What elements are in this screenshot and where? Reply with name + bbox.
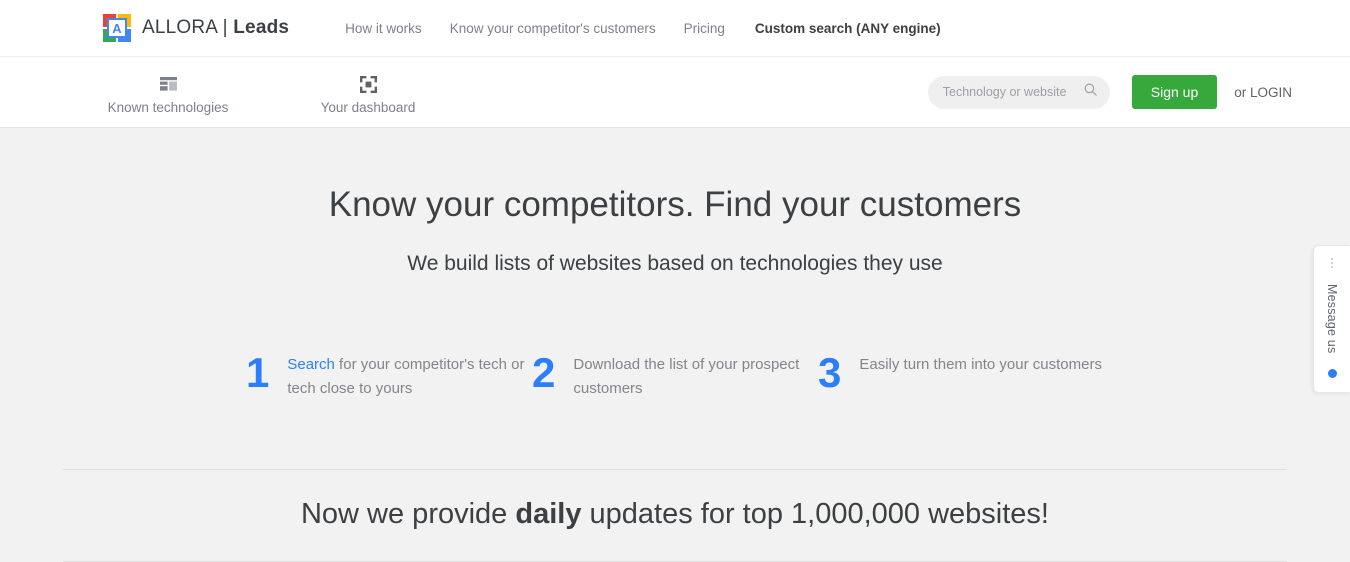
nav-link-know-your-competitors-customers[interactable]: Know your competitor's customers <box>436 21 670 36</box>
step-text-2: Download the list of your prospect custo… <box>573 355 800 398</box>
brand-name-separator: | <box>222 17 228 38</box>
online-status-indicator <box>1327 369 1337 378</box>
sub-header-actions: Sign up or LOGIN <box>927 57 1292 127</box>
table-grid-icon <box>159 73 177 95</box>
promo-suffix: updates for top 1,000,000 websites! <box>581 497 1050 530</box>
dot-2 <box>1331 262 1333 264</box>
main-content: Know your competitors. Find your custome… <box>63 128 1287 562</box>
nav-link-pricing[interactable]: Pricing <box>670 21 739 36</box>
promo-prefix: Now we provide <box>300 497 516 530</box>
step-number-2: 2 <box>532 348 556 396</box>
promo-heading: Now we provide daily updates for top 1,0… <box>63 470 1287 531</box>
message-us-widget[interactable]: Message us <box>1313 245 1350 393</box>
step-number-3: 3 <box>818 348 842 396</box>
step-number-1: 1 <box>246 348 270 396</box>
brand-name-first: ALLORA <box>142 17 218 38</box>
step-text-1: Search for your competitor's tech or tec… <box>287 349 532 402</box>
step-text-3: Easily turn them into your customers <box>859 355 1102 373</box>
sidebar-item-known-technologies-label: Known technologies <box>107 100 229 115</box>
login-link[interactable]: or LOGIN <box>1234 85 1292 100</box>
sub-navigation: Known technologies Your dashboard <box>103 69 433 115</box>
sidebar-item-known-technologies[interactable]: Known technologies <box>103 73 233 115</box>
step-item-2: 2 Download the list of your prospect cus… <box>532 349 818 402</box>
sidebar-item-your-dashboard-label: Your dashboard <box>320 100 416 115</box>
vertical-dots-icon[interactable] <box>1331 258 1333 268</box>
brand-name-second: Leads <box>233 17 290 38</box>
nav-link-how-it-works[interactable]: How it works <box>331 21 436 36</box>
main-navigation: How it works Know your competitor's cust… <box>331 21 954 36</box>
step-item-1: 1 Search for your competitor's tech or t… <box>246 349 532 402</box>
promo-emphasis: daily <box>515 497 582 530</box>
sub-header-bar: Known technologies Your dashboard Techno… <box>0 57 1350 128</box>
message-us-label: Message us <box>1325 283 1339 354</box>
brand-name: ALLORA | Leads <box>142 17 289 39</box>
page-subtitle: We build lists of websites based on tech… <box>407 251 943 275</box>
sidebar-item-your-dashboard[interactable]: Your dashboard <box>303 73 433 115</box>
dot-1 <box>1331 258 1333 260</box>
dashboard-expand-icon <box>359 73 377 95</box>
top-header-bar: A ALLORA | Leads How it works Know your … <box>0 0 1350 57</box>
step-item-3: 3 Easily turn them into your customers <box>818 349 1104 402</box>
logo-letter: A <box>112 20 122 36</box>
allora-logo-icon: A <box>103 14 131 42</box>
brand-logo-link[interactable]: A ALLORA | Leads <box>103 14 289 42</box>
search-input[interactable] <box>942 85 1084 99</box>
nav-link-custom-search[interactable]: Custom search (ANY engine) <box>739 21 955 36</box>
step-1-search-link[interactable]: Search <box>287 356 335 373</box>
section-divider-bottom <box>63 560 1287 562</box>
search-icon[interactable] <box>1084 83 1097 101</box>
logo-inner-square: A <box>107 18 127 38</box>
search-box[interactable] <box>927 75 1110 109</box>
page-title: Know your competitors. Find your custome… <box>328 185 1022 224</box>
steps-list: 1 Search for your competitor's tech or t… <box>63 349 1287 402</box>
dot-3 <box>1331 266 1333 268</box>
sign-up-button[interactable]: Sign up <box>1131 75 1218 109</box>
